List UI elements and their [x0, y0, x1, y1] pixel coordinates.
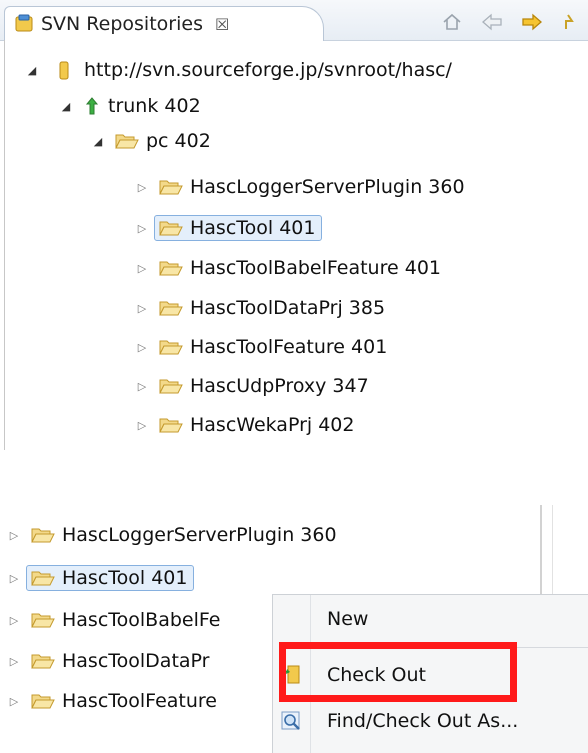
tree-row-project[interactable]: ▷ HascToolBabelFeature 401	[134, 252, 441, 284]
tree-row-project-selected[interactable]: ▷ HascTool 401	[134, 212, 322, 244]
forward-arrow-icon[interactable]	[520, 10, 544, 34]
tab-close-icon[interactable]: ☒	[215, 15, 229, 34]
tree-row-project[interactable]: ▷ HascToolBabelFe	[6, 604, 221, 636]
collapsed-triangle-icon[interactable]: ▷	[134, 302, 150, 315]
collapsed-triangle-icon[interactable]: ▷	[6, 572, 22, 585]
project-label: HascToolFeature	[62, 690, 217, 712]
tree-row-project[interactable]: ▷ HascToolDataPrj 385	[134, 292, 385, 324]
folder-open-icon	[159, 379, 183, 394]
collapsed-triangle-icon[interactable]: ▷	[134, 262, 150, 275]
collapsed-triangle-icon[interactable]: ▷	[134, 181, 150, 194]
expanded-triangle-icon[interactable]: ◢	[90, 135, 106, 148]
project-label: HascWekaPrj 402	[190, 414, 355, 436]
folder-open-icon	[31, 528, 55, 543]
tree-row-trunk[interactable]: ◢ trunk 402	[58, 90, 201, 122]
project-label: HascTool 401	[190, 217, 316, 239]
menu-item-label: New	[327, 608, 369, 630]
back-arrow-icon[interactable]	[480, 10, 504, 34]
project-label: HascLoggerServerPlugin 360	[190, 176, 465, 198]
collapsed-triangle-icon[interactable]: ▷	[134, 380, 150, 393]
folder-open-icon	[31, 571, 55, 586]
folder-open-icon	[159, 261, 183, 276]
project-label: HascToolBabelFe	[62, 609, 221, 631]
project-label: HascToolFeature 401	[190, 336, 388, 358]
tree-row-project[interactable]: ▷ HascWekaPrj 402	[134, 409, 355, 441]
tab-title: SVN Repositories	[41, 13, 203, 35]
tree-row-project[interactable]: ▷ HascUdpProxy 347	[134, 370, 369, 402]
up-arrow-icon[interactable]	[560, 10, 584, 34]
home-icon[interactable]	[440, 10, 464, 34]
collapsed-triangle-icon[interactable]: ▷	[6, 529, 22, 542]
tree-row-project[interactable]: ▷ HascToolFeature 401	[134, 331, 388, 363]
menu-item-new[interactable]: New	[273, 597, 588, 641]
divider	[540, 505, 542, 594]
find-checkout-icon	[273, 708, 309, 734]
folder-open-icon	[159, 180, 183, 195]
folder-open-icon	[159, 340, 183, 355]
svn-repository-icon	[15, 14, 33, 32]
selection-highlight[interactable]: HascTool 401	[154, 215, 322, 241]
expanded-triangle-icon[interactable]: ◢	[24, 64, 40, 77]
project-label: HascToolDataPr	[62, 650, 210, 672]
tree-row-repository[interactable]: ◢ http://svn.sourceforge.jp/svnroot/hasc…	[24, 54, 452, 86]
svn-repositories-view: SVN Repositories ☒ ◢ http://svn.sourcefo…	[0, 0, 588, 450]
folder-open-icon	[115, 134, 139, 149]
tree-row-project-selected[interactable]: ▷ HascTool 401	[6, 562, 194, 594]
context-menu-zoom: ▷ HascLoggerServerPlugin 360 ▷ HascTool …	[0, 505, 588, 753]
expanded-triangle-icon[interactable]: ◢	[58, 100, 74, 113]
tree-row-pc[interactable]: ◢ pc 402	[90, 125, 211, 157]
project-label: HascUdpProxy 347	[190, 375, 369, 397]
tree-row-project[interactable]: ▷ HascLoggerServerPlugin 360	[6, 519, 337, 551]
view-tab-bar: SVN Repositories ☒	[0, 0, 588, 41]
folder-open-icon	[31, 654, 55, 669]
folder-open-icon	[159, 221, 183, 236]
collapsed-triangle-icon[interactable]: ▷	[6, 695, 22, 708]
tree-row-project[interactable]: ▷ HascLoggerServerPlugin 360	[134, 171, 465, 203]
folder-open-icon	[31, 694, 55, 709]
collapsed-triangle-icon[interactable]: ▷	[134, 341, 150, 354]
repository-url: http://svn.sourceforge.jp/svnroot/hasc/	[84, 59, 452, 81]
tree-row-project[interactable]: ▷ HascToolFeature	[6, 685, 217, 717]
project-label: HascToolDataPrj 385	[190, 297, 386, 319]
tab-svn-repositories[interactable]: SVN Repositories ☒	[4, 6, 324, 41]
trunk-icon	[85, 97, 99, 115]
collapsed-triangle-icon[interactable]: ▷	[134, 222, 150, 235]
tree-row-project[interactable]: ▷ HascToolDataPr	[6, 645, 210, 677]
collapsed-triangle-icon[interactable]: ▷	[134, 419, 150, 432]
menu-item-label: Find/Check Out As...	[327, 710, 519, 732]
view-left-border	[4, 40, 5, 450]
project-label: HascTool 401	[62, 567, 188, 589]
view-toolbar	[440, 10, 584, 34]
folder-open-icon	[159, 301, 183, 316]
folder-open-icon	[31, 613, 55, 628]
project-label: HascToolBabelFeature 401	[190, 257, 441, 279]
menu-item-find-check-out-as[interactable]: Find/Check Out As...	[273, 699, 588, 743]
trunk-label: trunk 402	[108, 95, 201, 117]
check-out-highlight-box	[279, 642, 517, 702]
collapsed-triangle-icon[interactable]: ▷	[6, 655, 22, 668]
project-label: HascLoggerServerPlugin 360	[62, 524, 337, 546]
selection-highlight[interactable]: HascTool 401	[26, 565, 194, 591]
divider	[552, 505, 553, 594]
collapsed-triangle-icon[interactable]: ▷	[6, 614, 22, 627]
folder-open-icon	[159, 418, 183, 433]
pc-label: pc 402	[146, 130, 211, 152]
repository-icon	[59, 61, 69, 80]
